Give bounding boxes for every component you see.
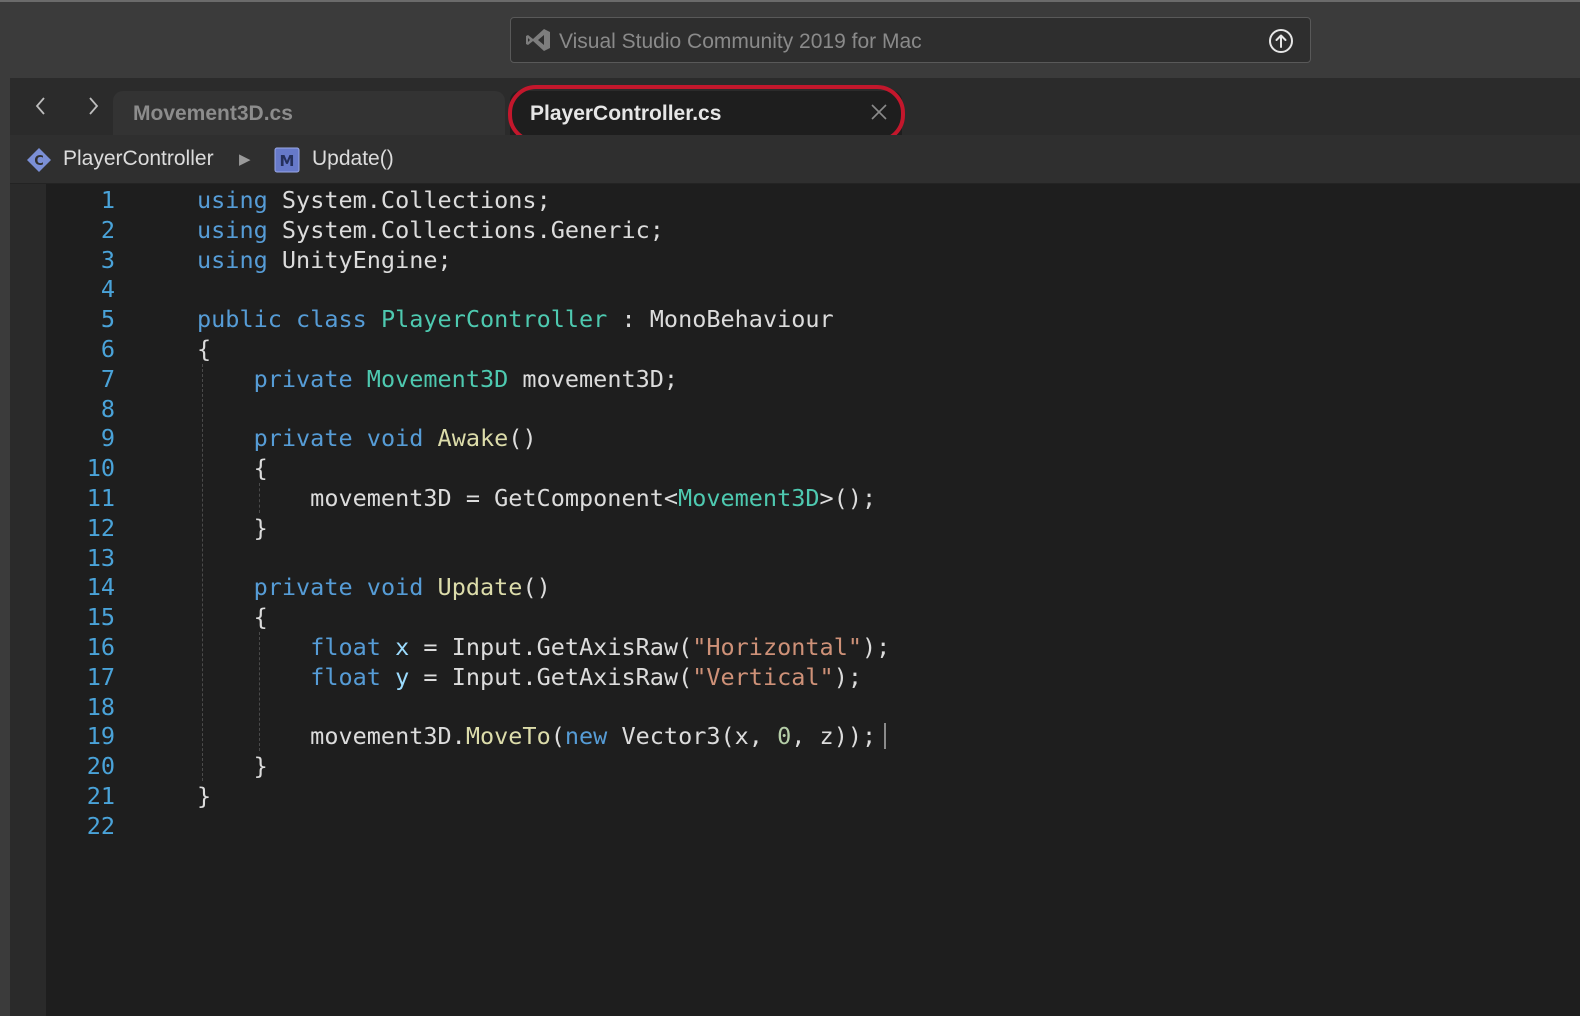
window-frame-edge — [0, 78, 10, 1016]
code-text: } — [197, 752, 268, 781]
code-text: { — [197, 335, 212, 363]
line-number: 9 — [100, 424, 115, 453]
line-number: 13 — [86, 543, 115, 572]
line-number: 10 — [86, 454, 115, 483]
code-editor[interactable]: 1 using System.Collections; 2 using System.… — [10, 184, 1580, 1016]
line-number: 22 — [86, 811, 115, 840]
svg-text:M: M — [280, 152, 295, 170]
code-line[interactable]: 17 float y = Input.GetAxisRaw("Vertical"… — [10, 662, 1570, 692]
class-icon: C — [26, 147, 52, 178]
close-icon[interactable] — [870, 103, 888, 126]
line-number: 4 — [100, 275, 115, 304]
code-line[interactable]: 21} — [10, 781, 1570, 811]
code-line[interactable]: 11 movement3D = GetComponent<Movement3D>… — [10, 483, 1570, 513]
code-line[interactable]: 5 public class PlayerController : MonoBeh… — [10, 304, 1570, 334]
line-number: 17 — [86, 662, 115, 691]
code-line[interactable]: 1 using System.Collections; — [10, 185, 1570, 215]
code-text: movement3D = GetComponent<Movement3D>(); — [197, 484, 877, 512]
code-text: using System.Collections.Generic; — [197, 215, 664, 244]
code-text: { — [197, 603, 268, 632]
code-line[interactable]: 2 using System.Collections.Generic; — [10, 215, 1570, 245]
line-number: 12 — [86, 513, 115, 542]
tab-movement3d[interactable]: Movement3D.cs — [113, 91, 505, 135]
indent-guide — [202, 363, 203, 781]
code-line[interactable]: 16 float x = Input.GetAxisRaw("Horizonta… — [10, 632, 1570, 662]
code-line[interactable]: 22 — [10, 811, 1570, 841]
code-line[interactable]: 3 using UnityEngine; — [10, 245, 1570, 275]
code-text: private Movement3D movement3D; — [253, 364, 679, 393]
code-line[interactable]: 12 } — [10, 513, 1570, 543]
code-text: float x = Input.GetAxisRaw("Horizontal")… — [310, 633, 891, 661]
line-number: 8 — [100, 394, 115, 423]
svg-text:C: C — [34, 154, 44, 169]
tab-label: PlayerController.cs — [530, 102, 722, 125]
code-text: using UnityEngine; — [197, 245, 452, 274]
tab-label: Movement3D.cs — [133, 102, 293, 125]
window-titlebar: Visual Studio Community 2019 for Mac — [0, 0, 1580, 78]
breadcrumb-separator: ▶ — [239, 151, 251, 168]
code-line[interactable]: 9 private void Awake() — [10, 423, 1570, 453]
line-number: 20 — [86, 752, 115, 781]
breadcrumb: C PlayerController ▶ M Update() — [10, 135, 1580, 184]
line-number: 11 — [86, 484, 115, 512]
code-text: private void Update() — [253, 573, 551, 602]
code-text: float y = Input.GetAxisRaw("Vertical"); — [310, 662, 862, 691]
line-number: 3 — [100, 245, 115, 274]
code-line[interactable]: 6{ — [10, 334, 1570, 364]
line-number: 15 — [86, 603, 115, 632]
code-line[interactable]: 18 — [10, 692, 1570, 722]
code-text: private void Awake() — [253, 424, 537, 453]
text-caret — [883, 723, 886, 750]
line-number: 14 — [86, 573, 115, 602]
line-number: 1 — [100, 186, 115, 214]
code-line[interactable]: 15 { — [10, 602, 1570, 632]
code-line[interactable]: 14 private void Update() — [10, 572, 1570, 602]
title-search-box[interactable]: Visual Studio Community 2019 for Mac — [510, 17, 1311, 63]
code-text: using System.Collections; — [197, 186, 551, 214]
chevron-left-icon[interactable] — [34, 95, 48, 122]
code-line[interactable]: 19 movement3D.MoveTo(new Vector3(x, 0, z… — [10, 721, 1570, 751]
code-text: { — [197, 454, 268, 483]
window-title: Visual Studio Community 2019 for Mac — [559, 30, 922, 53]
indent-guide — [259, 483, 261, 513]
breadcrumb-class[interactable]: PlayerController — [63, 147, 214, 171]
chevron-right-icon[interactable] — [86, 95, 100, 122]
line-number: 6 — [100, 335, 115, 363]
line-number: 19 — [86, 722, 115, 751]
indent-guide — [259, 632, 261, 752]
code-line[interactable]: 7 private Movement3D movement3D; — [10, 364, 1570, 394]
code-text: movement3D.MoveTo(new Vector3(x, 0, z)); — [197, 722, 877, 751]
code-text: } — [197, 782, 212, 810]
method-icon: M — [274, 147, 300, 178]
code-line[interactable]: 13 — [10, 543, 1570, 573]
line-number: 18 — [86, 692, 115, 721]
upload-icon[interactable] — [1268, 28, 1294, 59]
code-line[interactable]: 8 — [10, 394, 1570, 424]
line-number: 21 — [86, 782, 115, 810]
tab-strip: Movement3D.cs PlayerController.cs — [10, 78, 1580, 135]
line-number: 2 — [100, 215, 115, 244]
visual-studio-icon — [525, 27, 551, 58]
breadcrumb-method[interactable]: Update() — [312, 147, 394, 171]
code-line[interactable]: 4 — [10, 274, 1570, 304]
code-line[interactable]: 10 { — [10, 453, 1570, 483]
code-line[interactable]: 20 } — [10, 751, 1570, 781]
line-number: 7 — [100, 364, 115, 393]
code-text: } — [197, 513, 268, 542]
line-number: 5 — [100, 305, 115, 334]
line-number: 16 — [86, 633, 115, 661]
code-text: public class PlayerController : MonoBeha… — [197, 305, 834, 334]
tab-playercontroller[interactable]: PlayerController.cs — [510, 91, 902, 135]
